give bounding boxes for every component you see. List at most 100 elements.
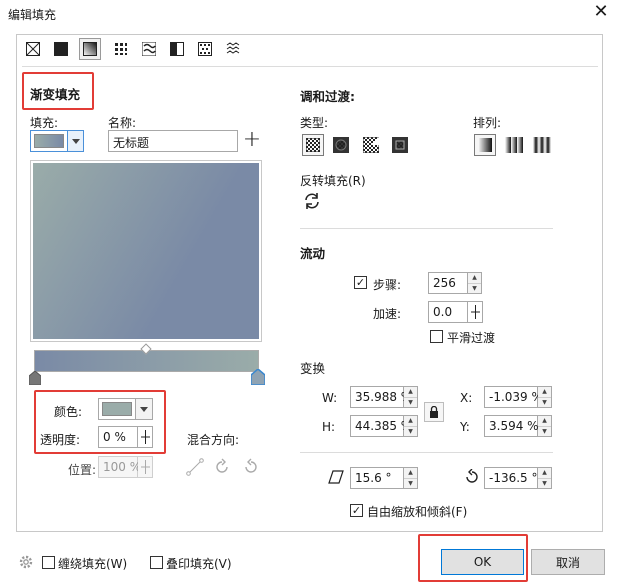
spin-down-icon[interactable]: ▼ xyxy=(538,477,551,489)
gradient-preview-frame xyxy=(30,160,262,342)
free-scale-checkbox[interactable]: ✓ xyxy=(350,504,363,517)
fill-preset-swatch xyxy=(31,131,67,151)
repeat-arrange-icon[interactable] xyxy=(505,137,523,153)
steps-label: 步骤: xyxy=(373,278,402,292)
spin-up-icon[interactable]: ▲ xyxy=(538,468,551,478)
cancel-button[interactable]: 取消 xyxy=(531,549,605,575)
fountain-fill-icon[interactable] xyxy=(79,38,101,60)
spin-down-icon[interactable]: ▼ xyxy=(404,425,417,437)
spin-down-icon[interactable]: ▼ xyxy=(468,282,481,294)
flow-section-title: 流动 xyxy=(300,246,326,261)
transform-divider xyxy=(300,452,553,453)
transform-section-title: 变换 xyxy=(300,361,326,376)
no-fill-icon[interactable] xyxy=(24,40,42,58)
wrap-fill-checkbox[interactable] xyxy=(42,556,55,569)
steps-input[interactable]: 256 xyxy=(428,272,468,294)
bitmap-pattern-icon[interactable] xyxy=(140,40,158,58)
transparency-label: 透明度: xyxy=(40,433,81,447)
x-spinner[interactable]: ▲ ▼ xyxy=(538,386,552,408)
spin-up-icon[interactable]: ▲ xyxy=(404,468,417,478)
accel-slider-icon[interactable] xyxy=(468,301,483,323)
spin-down-icon[interactable]: ▼ xyxy=(538,396,551,408)
spin-down-icon[interactable]: ▼ xyxy=(404,477,417,489)
name-input[interactable]: 无标题 xyxy=(108,130,238,152)
skew-spinner[interactable]: ▲ ▼ xyxy=(404,467,418,489)
fill-label: 填充: xyxy=(30,116,59,130)
spin-up-icon[interactable]: ▲ xyxy=(404,387,417,397)
w-label: W: xyxy=(322,391,338,405)
x-label: X: xyxy=(460,391,473,405)
rotate-input[interactable]: -136.5 ° xyxy=(484,467,538,489)
add-preset-icon[interactable]: + xyxy=(242,129,262,152)
transparency-input[interactable]: 0 % xyxy=(98,426,138,448)
y-spinner[interactable]: ▲ ▼ xyxy=(538,415,552,437)
gradient-preview[interactable] xyxy=(33,163,259,339)
linear-blend-icon[interactable] xyxy=(186,458,204,476)
smooth-checkbox[interactable] xyxy=(430,330,443,343)
fill-preset-dropdown[interactable] xyxy=(30,130,84,152)
name-label: 名称: xyxy=(108,116,137,130)
counterclockwise-blend-icon[interactable] xyxy=(242,458,260,476)
width-input[interactable]: 35.988 % xyxy=(350,386,412,408)
height-spinner[interactable]: ▲ ▼ xyxy=(404,415,418,437)
start-node-handle[interactable] xyxy=(28,370,42,386)
position-input[interactable]: 100 % xyxy=(98,456,141,478)
wrap-fill-label: 缠绕填充(W) xyxy=(58,557,128,571)
h-label: H: xyxy=(322,420,336,434)
uniform-fill-icon[interactable] xyxy=(52,40,70,58)
end-node-handle[interactable] xyxy=(250,368,266,386)
title-bar xyxy=(0,0,618,28)
two-color-pattern-icon[interactable] xyxy=(168,40,186,58)
steps-checkbox[interactable]: ✓ xyxy=(354,276,367,289)
rotate-icon xyxy=(464,468,480,485)
reverse-fill-icon[interactable] xyxy=(302,191,322,211)
chevron-down-icon[interactable] xyxy=(135,399,152,419)
linear-type-icon[interactable] xyxy=(302,134,324,156)
clockwise-blend-icon[interactable] xyxy=(213,458,231,476)
accel-input[interactable]: 0.0 xyxy=(428,301,468,323)
node-color-picker[interactable] xyxy=(98,398,153,420)
accel-label: 加速: xyxy=(373,307,402,321)
transparency-slider-icon[interactable] xyxy=(138,426,153,448)
x-input[interactable]: -1.039 % xyxy=(484,386,543,408)
default-arrange-icon[interactable] xyxy=(474,134,496,156)
gear-icon[interactable] xyxy=(18,554,34,570)
spin-up-icon[interactable]: ▲ xyxy=(538,416,551,426)
width-spinner[interactable]: ▲ ▼ xyxy=(404,386,418,408)
free-scale-label: 自由缩放和倾斜(F) xyxy=(367,505,468,519)
smooth-label: 平滑过渡 xyxy=(447,331,496,345)
rectangular-type-icon[interactable] xyxy=(392,137,408,153)
spin-up-icon[interactable]: ▲ xyxy=(468,273,481,283)
type-label: 类型: xyxy=(300,116,329,130)
skew-input[interactable]: 15.6 ° xyxy=(350,467,404,489)
postscript-fill-icon[interactable] xyxy=(224,40,242,58)
blend-section-title: 调和过渡: xyxy=(300,89,355,104)
conical-type-icon[interactable] xyxy=(362,136,380,154)
gradient-fill-title: 渐变填充 xyxy=(30,87,81,102)
rotate-spinner[interactable]: ▲ ▼ xyxy=(538,467,552,489)
mirror-arrange-icon[interactable] xyxy=(533,137,551,153)
vector-pattern-icon[interactable] xyxy=(112,40,130,58)
spin-up-icon[interactable]: ▲ xyxy=(404,416,417,426)
blend-direction-label: 混合方向: xyxy=(187,433,240,447)
color-label: 颜色: xyxy=(54,405,83,419)
overprint-fill-checkbox[interactable] xyxy=(150,556,163,569)
chevron-down-icon[interactable] xyxy=(67,131,83,151)
spin-down-icon[interactable]: ▼ xyxy=(538,425,551,437)
spin-up-icon[interactable]: ▲ xyxy=(538,387,551,397)
height-input[interactable]: 44.385 % xyxy=(350,415,412,437)
y-label: Y: xyxy=(460,420,470,434)
spin-down-icon[interactable]: ▼ xyxy=(404,396,417,408)
blend-divider xyxy=(300,228,553,229)
position-slider-icon[interactable] xyxy=(138,456,153,478)
lock-ratio-icon[interactable] xyxy=(424,402,444,422)
elliptical-type-icon[interactable] xyxy=(333,137,349,153)
close-icon[interactable]: ✕ xyxy=(590,2,612,24)
skew-icon xyxy=(328,470,344,484)
y-input[interactable]: 3.594 % xyxy=(484,415,539,437)
texture-fill-icon[interactable] xyxy=(196,40,214,58)
ok-button[interactable]: OK xyxy=(441,549,524,575)
steps-spinner[interactable]: ▲ ▼ xyxy=(468,272,482,294)
node-color-swatch xyxy=(102,402,132,416)
overprint-fill-label: 叠印填充(V) xyxy=(166,557,232,571)
